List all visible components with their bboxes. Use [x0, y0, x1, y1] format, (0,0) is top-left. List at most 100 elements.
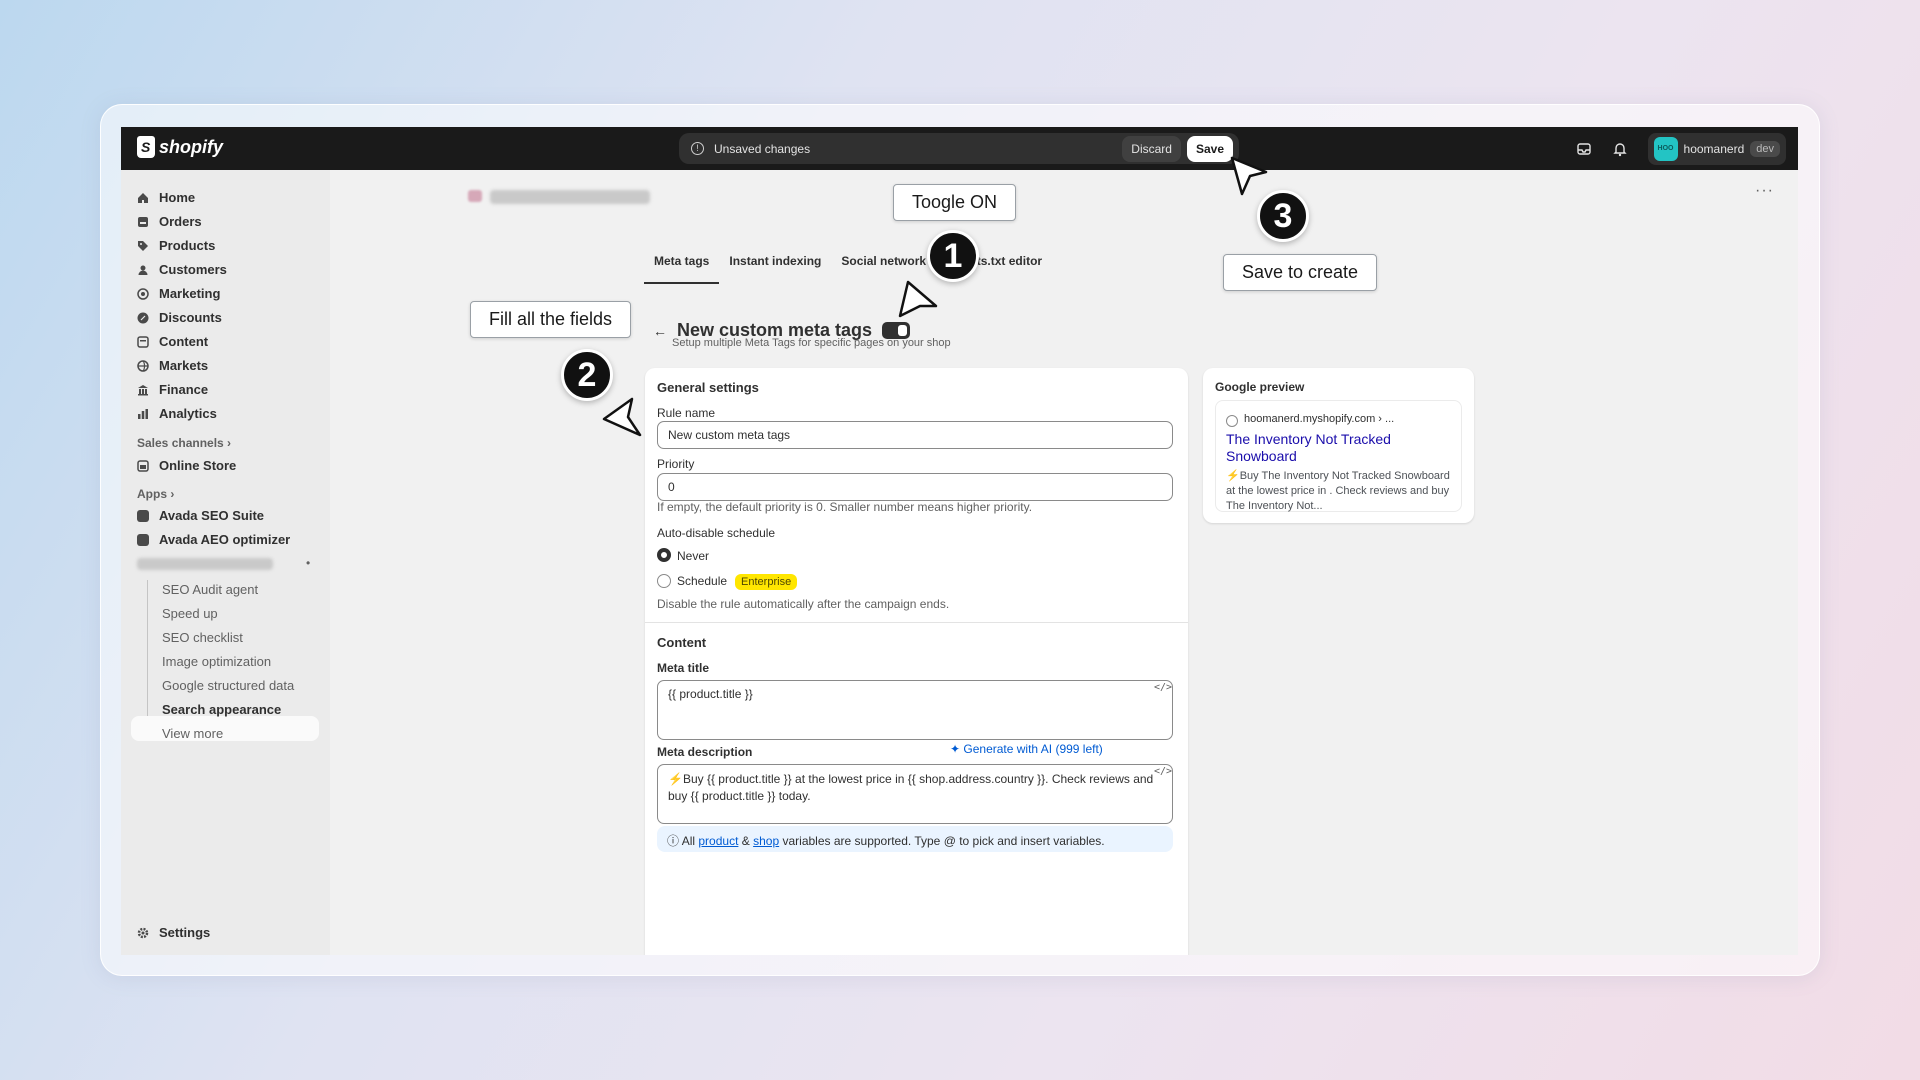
divider [645, 622, 1188, 623]
meta-title-label: Meta title [657, 661, 710, 675]
sidebar-item-content[interactable]: Content [137, 334, 208, 349]
gear-icon [137, 927, 149, 938]
sidebar-item-marketing[interactable]: Marketing [137, 286, 220, 301]
sidebar-item-label: Orders [159, 214, 202, 229]
sidebar-item-label: Avada AEO optimizer [159, 532, 291, 547]
sidebar-item-structured-data[interactable]: Google structured data [162, 678, 294, 693]
result-title[interactable]: The Inventory Not Tracked Snowboard [1226, 431, 1451, 465]
sidebar-item-markets[interactable]: Markets [137, 358, 208, 373]
sales-channels-header[interactable]: Sales channels › [137, 436, 231, 450]
sidebar-item-seo-audit[interactable]: SEO Audit agent [162, 582, 258, 597]
inbox-icon [138, 216, 148, 227]
sidebar-item-label: Discounts [159, 310, 222, 325]
sidebar-item-view-more[interactable]: View more [162, 726, 223, 741]
general-settings-heading: General settings [657, 380, 759, 395]
settings-card: General settings Rule name New custom me… [645, 368, 1188, 955]
shop-link[interactable]: shop [753, 834, 779, 848]
bell-icon[interactable] [1612, 141, 1628, 157]
sidebar-item-finance[interactable]: Finance [137, 382, 208, 397]
content-heading: Content [657, 635, 707, 650]
apps-header[interactable]: Apps › [137, 487, 174, 501]
globe-icon [1226, 415, 1238, 427]
cursor-arrow-1-icon [898, 280, 938, 318]
sidebar-item-online-store[interactable]: Online Store [137, 458, 236, 473]
sidebar: Home Orders Products Customers Marketing… [121, 170, 330, 955]
code-icon[interactable]: </> [1154, 766, 1172, 777]
more-actions-icon[interactable]: ··· [1755, 182, 1774, 200]
main-content: ··· Meta tags Instant indexing Social ne… [330, 170, 1798, 955]
top-right-tools: HOO hoomanerd dev [1576, 133, 1786, 165]
sidebar-item-label: Products [159, 238, 216, 253]
content-icon [137, 335, 149, 348]
callout-toggle-on: Toogle ON [893, 184, 1017, 221]
cursor-arrow-2-icon [602, 397, 642, 437]
store-icon [137, 459, 149, 472]
target-icon [137, 287, 149, 300]
sidebar-item-avada-seo-suite[interactable]: Avada SEO Suite [137, 508, 264, 523]
tab-instant-indexing[interactable]: Instant indexing [719, 250, 831, 284]
back-arrow-icon[interactable]: ← [653, 323, 667, 339]
sidebar-item-seo-checklist[interactable]: SEO checklist [162, 630, 243, 645]
tab-bar: Meta tags Instant indexing Social networ… [644, 250, 1052, 284]
shopify-logo[interactable]: shopify [137, 136, 223, 158]
rule-name-input[interactable]: New custom meta tags [657, 421, 1173, 449]
code-icon[interactable]: </> [1154, 682, 1172, 693]
schedule-option: Schedule Enterprise [677, 574, 798, 590]
google-preview-heading: Google preview [1215, 380, 1305, 394]
priority-hint: If empty, the default priority is 0. Sma… [657, 500, 1033, 514]
sidebar-item-discounts[interactable]: Discounts [137, 310, 222, 325]
step-1-marker: 1 [927, 230, 979, 282]
shopify-bag-icon [137, 136, 155, 158]
sidebar-item-label: Customers [159, 262, 227, 277]
sidebar-item-label: Home [159, 190, 196, 205]
sidebar-item-customers[interactable]: Customers [137, 262, 227, 277]
dev-badge: dev [1750, 141, 1780, 157]
app-logo [468, 190, 482, 202]
sidebar-item-speed-up[interactable]: Speed up [162, 606, 218, 621]
priority-label: Priority [657, 457, 695, 471]
radio-never[interactable] [657, 548, 671, 562]
never-label: Never [677, 549, 710, 563]
result-description: ⚡Buy The Inventory Not Tracked Snowboard… [1226, 470, 1450, 512]
product-link[interactable]: product [698, 834, 738, 848]
callout-save-create: Save to create [1223, 254, 1378, 291]
meta-description-input[interactable]: ⚡Buy {{ product.title }} at the lowest p… [657, 764, 1173, 824]
sidebar-item-settings[interactable]: Settings [137, 925, 210, 940]
cursor-arrow-3-icon [1230, 156, 1268, 196]
sidebar-item-products[interactable]: Products [137, 238, 215, 253]
blurred-app-title [490, 190, 650, 204]
sparkle-icon: ✦ [950, 742, 964, 756]
rule-name-label: Rule name [657, 406, 716, 420]
unsaved-changes-bar: ! Unsaved changes Discard Save [679, 133, 1239, 164]
tab-meta-tags[interactable]: Meta tags [644, 250, 720, 284]
inbox-icon[interactable] [1576, 141, 1592, 157]
priority-input[interactable]: 0 [657, 473, 1173, 501]
sidebar-item-orders[interactable]: Orders [137, 214, 202, 229]
google-preview-card: Google preview hoomanerd.myshopify.com ›… [1203, 368, 1474, 523]
result-url: hoomanerd.myshopify.com › ... [1244, 413, 1395, 425]
sidebar-item-label: Markets [159, 358, 209, 373]
callout-fill-fields: Fill all the fields [470, 301, 632, 338]
sidebar-item-label: Avada SEO Suite [159, 508, 264, 523]
app-icon [137, 533, 149, 546]
discard-button[interactable]: Discard [1122, 135, 1181, 162]
blurred-app-name[interactable] [137, 558, 273, 570]
sidebar-item-search-appearance[interactable]: Search appearance [162, 702, 281, 717]
home-icon [138, 192, 148, 203]
person-icon [138, 265, 148, 275]
active-item-bg [131, 716, 319, 741]
radio-schedule[interactable] [657, 574, 671, 588]
sidebar-item-image-optimization[interactable]: Image optimization [162, 654, 271, 669]
sidebar-item-analytics[interactable]: Analytics [137, 406, 217, 421]
user-menu[interactable]: HOO hoomanerd dev [1647, 133, 1786, 165]
app-icon [137, 509, 149, 522]
sidebar-item-home[interactable]: Home [137, 190, 195, 205]
sidebar-item-avada-aeo[interactable]: Avada AEO optimizer [137, 532, 290, 547]
generate-ai-button[interactable]: ✦ Generate with AI (999 left) [950, 742, 1103, 756]
discount-icon [137, 312, 149, 323]
pin-dot: • [306, 556, 311, 570]
meta-title-input[interactable]: {{ product.title }} [657, 680, 1173, 740]
sidebar-item-label: Finance [159, 382, 209, 397]
sidebar-item-label: Analytics [159, 406, 217, 421]
schedule-label-text: Schedule [677, 574, 728, 588]
